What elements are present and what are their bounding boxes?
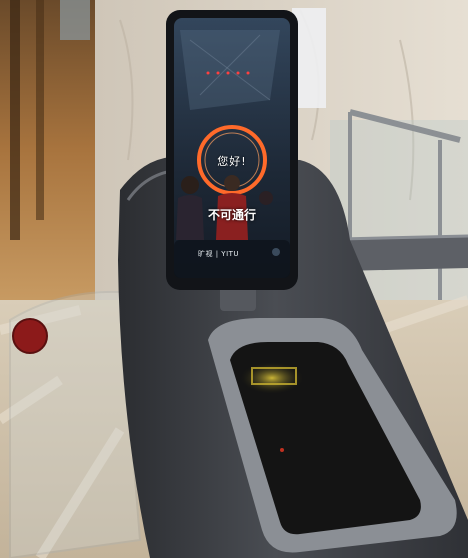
scene-drawing [0, 0, 468, 558]
scanner-glow [240, 362, 304, 394]
person-silhouette [181, 176, 199, 194]
photo-scene: 您好! 不可通行 旷视 | YITU [0, 0, 468, 558]
red-indicator-light [12, 318, 48, 354]
